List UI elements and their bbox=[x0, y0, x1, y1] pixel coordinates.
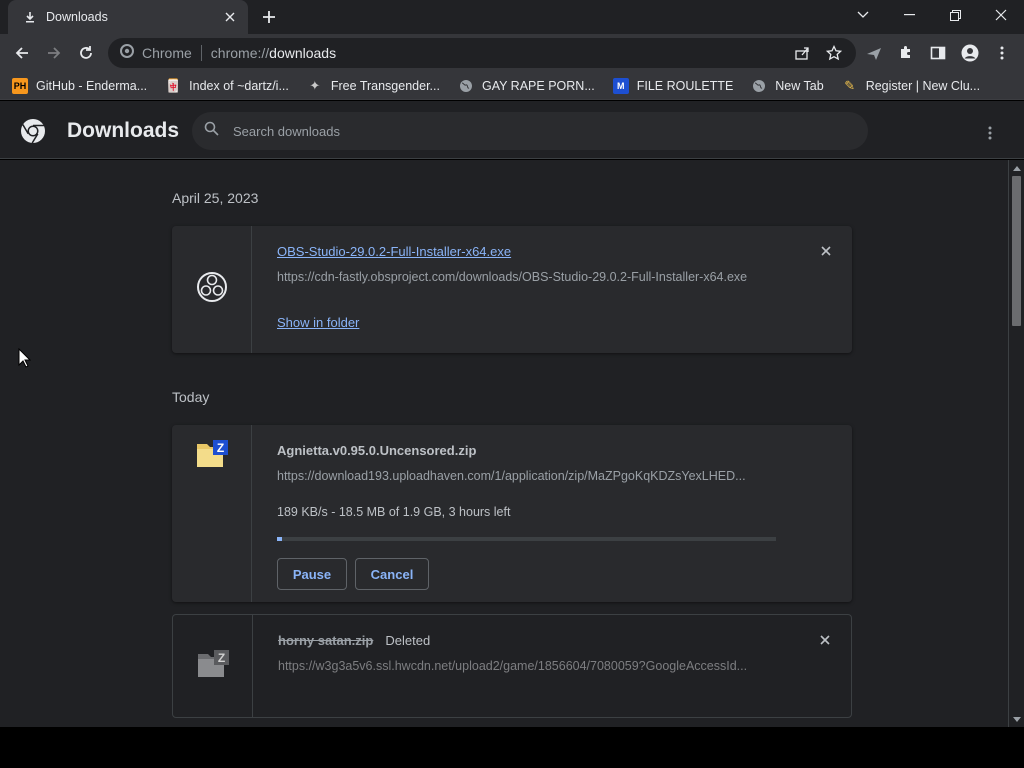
bookmark-item[interactable]: GAY RAPE PORN... bbox=[458, 78, 595, 94]
badge-favicon-icon: ✦ bbox=[309, 77, 321, 93]
side-panel-icon[interactable] bbox=[926, 41, 950, 65]
scrollbar[interactable] bbox=[1008, 160, 1024, 727]
extension-plane-icon[interactable] bbox=[862, 41, 886, 65]
tab-downloads[interactable]: Downloads bbox=[8, 0, 248, 34]
chrome-logo-icon bbox=[20, 118, 46, 144]
pencil-favicon-icon: ✎ bbox=[844, 77, 856, 93]
bookmark-item[interactable]: M FILE ROULETTE bbox=[612, 77, 733, 94]
file-url: https://download193.uploadhaven.com/1/ap… bbox=[277, 469, 746, 483]
profile-avatar-icon[interactable] bbox=[958, 41, 982, 65]
forward-icon[interactable] bbox=[42, 41, 66, 65]
search-box[interactable] bbox=[192, 112, 868, 150]
show-in-folder-link[interactable]: Show in folder bbox=[277, 315, 359, 330]
date-header: Today bbox=[172, 389, 210, 405]
remove-from-list-icon[interactable] bbox=[818, 243, 834, 259]
more-actions-icon[interactable] bbox=[978, 121, 1002, 145]
deleted-tag: Deleted bbox=[385, 633, 431, 648]
file-icon-column bbox=[172, 226, 252, 353]
file-name: Agnietta.v0.95.0.Uncensored.zip bbox=[277, 443, 477, 458]
file-name-link[interactable]: OBS-Studio-29.0.2-Full-Installer-x64.exe bbox=[277, 244, 511, 259]
file-roulette-favicon-icon: M bbox=[612, 77, 629, 94]
file-icon-column: Z bbox=[173, 615, 253, 717]
download-icon bbox=[22, 9, 38, 25]
restore-button[interactable] bbox=[932, 0, 978, 30]
obs-app-icon bbox=[196, 271, 228, 308]
remove-from-list-icon[interactable] bbox=[817, 632, 833, 648]
file-url: https://cdn-fastly.obsproject.com/downlo… bbox=[277, 270, 748, 284]
zip-file-icon: Z bbox=[195, 439, 229, 474]
downloads-list: April 25, 2023 OBS-Studio-29.0.2-Full-In… bbox=[0, 160, 1008, 727]
bookmark-item[interactable]: New Tab bbox=[751, 78, 824, 94]
download-item: Z horny satan.zip Deleted https://w3g3a5v… bbox=[172, 614, 852, 718]
bookmarks-bar: PH GitHub - Enderma... 🀄 Index of ~dartz… bbox=[0, 72, 1024, 100]
page-title: Downloads bbox=[67, 119, 180, 142]
pornhub-favicon-icon: PH bbox=[12, 77, 28, 94]
back-icon[interactable] bbox=[10, 41, 34, 65]
reload-icon[interactable] bbox=[74, 41, 98, 65]
downloads-header: Downloads bbox=[0, 101, 1024, 159]
progress-fill bbox=[277, 537, 282, 541]
file-name-row: horny satan.zip Deleted bbox=[278, 633, 430, 648]
bookmark-star-icon[interactable] bbox=[822, 41, 846, 65]
file-url: https://w3g3a5v6.ssl.hwcdn.net/upload2/g… bbox=[278, 659, 748, 673]
download-item: Z Agnietta.v0.95.0.Uncensored.zip https:… bbox=[172, 425, 852, 602]
address-bar[interactable]: Chrome chrome://downloads bbox=[108, 38, 856, 68]
tab-title: Downloads bbox=[46, 10, 108, 24]
svg-text:Z: Z bbox=[216, 441, 223, 455]
search-input[interactable] bbox=[233, 123, 833, 139]
bookmark-item[interactable]: 🀄 Index of ~dartz/i... bbox=[165, 78, 289, 94]
chrome-menu-icon[interactable] bbox=[990, 41, 1014, 65]
new-tab-button[interactable] bbox=[258, 6, 280, 28]
mouse-cursor-icon bbox=[18, 347, 32, 373]
toolbar: Chrome chrome://downloads bbox=[0, 34, 1024, 72]
pause-button[interactable]: Pause bbox=[277, 558, 347, 590]
progress-bar bbox=[277, 537, 776, 541]
download-item: OBS-Studio-29.0.2-Full-Installer-x64.exe… bbox=[172, 226, 852, 353]
cancel-button[interactable]: Cancel bbox=[355, 558, 429, 590]
url-text: chrome://downloads bbox=[210, 45, 337, 61]
site-chip: Chrome bbox=[142, 45, 192, 61]
download-status: 189 KB/s - 18.5 MB of 1.9 GB, 3 hours le… bbox=[277, 505, 511, 519]
deleted-file-name: horny satan.zip bbox=[278, 633, 374, 648]
svg-text:Z: Z bbox=[217, 651, 224, 665]
divider bbox=[200, 45, 202, 61]
bookmark-item[interactable]: ✦ Free Transgender... bbox=[307, 78, 440, 94]
globe-icon bbox=[751, 78, 767, 94]
chrome-logo-icon bbox=[120, 43, 134, 63]
tab-strip: Downloads bbox=[0, 0, 1024, 34]
screen-border bbox=[0, 727, 1024, 768]
zip-file-icon: Z bbox=[196, 649, 230, 684]
scroll-thumb[interactable] bbox=[1012, 176, 1021, 326]
tile-favicon-icon: 🀄 bbox=[165, 77, 182, 93]
scroll-up-icon[interactable] bbox=[1012, 163, 1022, 173]
globe-icon bbox=[458, 78, 474, 94]
bookmark-item[interactable]: ✎ Register | New Clu... bbox=[842, 78, 980, 94]
extensions-puzzle-icon[interactable] bbox=[894, 41, 918, 65]
close-window-button[interactable] bbox=[978, 0, 1024, 30]
close-tab-icon[interactable] bbox=[222, 9, 238, 25]
minimize-button[interactable] bbox=[886, 0, 932, 30]
share-icon[interactable] bbox=[790, 41, 814, 65]
search-icon bbox=[204, 121, 219, 141]
file-icon-column: Z bbox=[172, 425, 252, 602]
date-header: April 25, 2023 bbox=[172, 190, 259, 206]
scroll-down-icon[interactable] bbox=[1012, 714, 1022, 724]
bookmark-item[interactable]: PH GitHub - Enderma... bbox=[12, 77, 147, 94]
tab-search-icon[interactable] bbox=[840, 0, 886, 30]
